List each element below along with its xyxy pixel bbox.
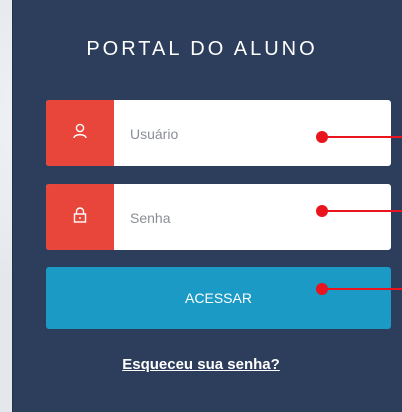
annotation-line-password <box>322 210 402 212</box>
user-icon <box>73 123 87 144</box>
username-input[interactable] <box>128 100 372 166</box>
username-field[interactable] <box>46 100 391 166</box>
lock-icon-box <box>46 184 114 250</box>
login-button[interactable]: ACESSAR <box>46 267 391 329</box>
lock-icon <box>73 206 87 228</box>
annotation-line-username <box>322 136 402 138</box>
forgot-password-link[interactable]: Esqueceu sua senha? <box>0 356 402 373</box>
password-field[interactable] <box>46 184 391 250</box>
page-title: PORTAL DO ALUNO <box>86 38 318 60</box>
annotation-dot-button <box>316 283 328 295</box>
user-icon-box <box>46 100 114 166</box>
annotation-dot-username <box>316 131 328 143</box>
password-input[interactable] <box>128 184 372 250</box>
login-panel: PORTAL DO ALUNO ACESSAR <box>12 0 402 412</box>
annotation-dot-password <box>316 205 328 217</box>
annotation-line-button <box>322 288 402 290</box>
